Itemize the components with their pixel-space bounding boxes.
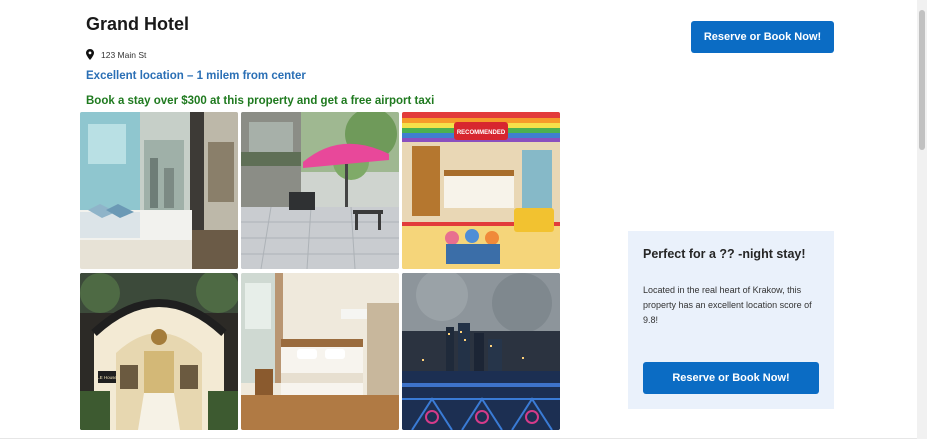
entrance-sign-text: LE House (97, 375, 117, 380)
gallery-photo-arched-entrance[interactable]: LE House (80, 273, 238, 430)
colorful-themed-room-image: RECOMMENDED (402, 112, 560, 269)
arched-entrance-image: LE House (80, 273, 238, 430)
bedroom-city-view-image (80, 112, 238, 269)
stay-card-title: Perfect for a ?? -night stay! (643, 247, 806, 261)
terrace-umbrella-image (241, 112, 399, 269)
gallery-photo-terrace-umbrella[interactable] (241, 112, 399, 269)
photo-gallery: RECOMMENDED LE House (80, 112, 560, 430)
gallery-photo-river-night-view[interactable] (402, 273, 560, 430)
recommended-badge-text: RECOMMENDED (457, 130, 506, 136)
map-pin-icon (86, 49, 94, 60)
address-row: 123 Main St (86, 49, 146, 60)
stay-card-description: Located in the real heart of Krakow, thi… (643, 285, 812, 325)
stay-recommendation-card: Perfect for a ?? -night stay! Located in… (628, 231, 834, 409)
promo-message: Book a stay over $300 at this property a… (86, 95, 435, 107)
scrollbar-thumb[interactable] (919, 10, 925, 150)
river-night-view-image (402, 273, 560, 430)
gallery-photo-bedroom-city-view[interactable] (80, 112, 238, 269)
page-scrollbar[interactable] (917, 0, 927, 439)
hotel-title: Grand Hotel (86, 14, 190, 34)
hotel-address: 123 Main St (101, 49, 147, 60)
warm-bedroom-image (241, 273, 399, 430)
reserve-button-top[interactable]: Reserve or Book Now! (691, 21, 834, 53)
gallery-photo-colorful-themed-room[interactable]: RECOMMENDED (402, 112, 560, 269)
gallery-photo-warm-bedroom[interactable] (241, 273, 399, 430)
reserve-button-card[interactable]: Reserve or Book Now! (643, 362, 819, 394)
location-note: Excellent location – 1 milem from center (86, 70, 306, 82)
